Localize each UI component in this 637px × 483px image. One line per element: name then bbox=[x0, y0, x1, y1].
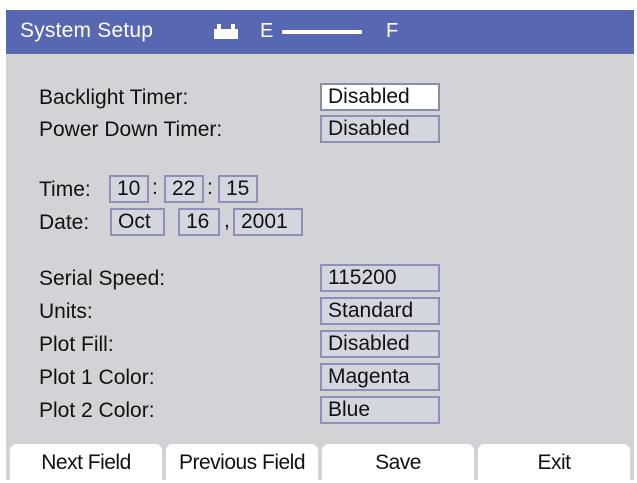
power-down-timer-field[interactable]: Disabled bbox=[320, 115, 440, 143]
plot-fill-field[interactable]: Disabled bbox=[320, 330, 440, 358]
page-title: System Setup bbox=[20, 19, 154, 42]
serial-speed-label: Serial Speed: bbox=[39, 267, 166, 290]
title-bar: System Setup E F bbox=[6, 10, 634, 54]
next-field-button[interactable]: Next Field bbox=[10, 444, 162, 480]
time-separator: : bbox=[207, 176, 213, 199]
battery-icon bbox=[214, 24, 238, 39]
previous-field-button[interactable]: Previous Field bbox=[166, 444, 318, 480]
date-day-field[interactable]: 16 bbox=[178, 208, 220, 236]
fuel-full-label: F bbox=[386, 20, 399, 42]
power-down-timer-label: Power Down Timer: bbox=[39, 118, 223, 141]
plot-2-color-label: Plot 2 Color: bbox=[39, 399, 155, 422]
fuel-level-bar bbox=[282, 30, 362, 34]
date-separator: , bbox=[224, 209, 230, 232]
exit-button[interactable]: Exit bbox=[478, 444, 630, 480]
plot-1-color-field[interactable]: Magenta bbox=[320, 363, 440, 391]
save-button[interactable]: Save bbox=[322, 444, 474, 480]
plot-2-color-field[interactable]: Blue bbox=[320, 396, 440, 424]
system-setup-screen: System Setup E F Backlight Timer: Disabl… bbox=[6, 10, 634, 480]
date-year-field[interactable]: 2001 bbox=[233, 208, 303, 236]
units-field[interactable]: Standard bbox=[320, 297, 440, 325]
backlight-timer-field[interactable]: Disabled bbox=[320, 83, 440, 111]
time-hour-field[interactable]: 10 bbox=[109, 175, 149, 203]
time-minute-field[interactable]: 22 bbox=[164, 175, 204, 203]
plot-1-color-label: Plot 1 Color: bbox=[39, 366, 155, 389]
date-label: Date: bbox=[39, 211, 90, 234]
time-label: Time: bbox=[39, 178, 91, 201]
backlight-timer-label: Backlight Timer: bbox=[39, 86, 189, 109]
fuel-empty-label: E bbox=[260, 20, 274, 42]
time-separator: : bbox=[152, 176, 158, 199]
units-label: Units: bbox=[39, 300, 93, 323]
serial-speed-field[interactable]: 115200 bbox=[320, 264, 440, 292]
time-second-field[interactable]: 15 bbox=[218, 175, 258, 203]
date-month-field[interactable]: Oct bbox=[110, 208, 165, 236]
plot-fill-label: Plot Fill: bbox=[39, 333, 114, 356]
